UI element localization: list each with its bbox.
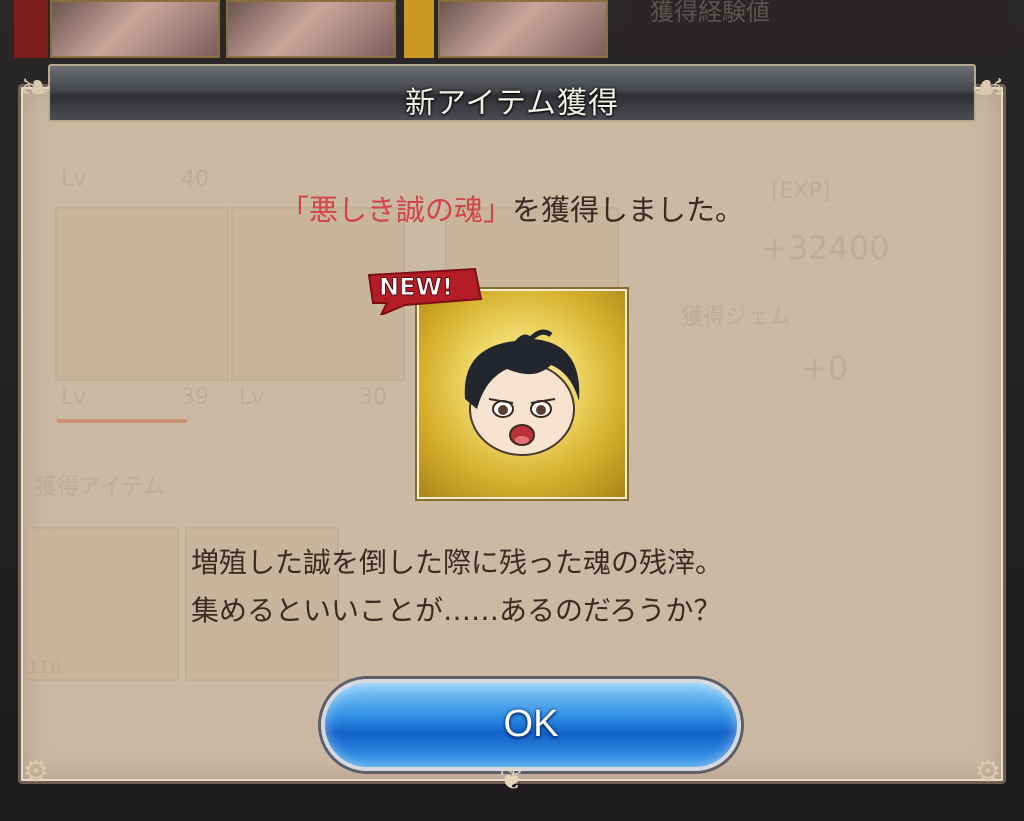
obtained-suffix: を獲得しました。	[512, 193, 745, 227]
ghost-lv-label-3: Lv	[239, 385, 265, 410]
ghost-level-3: 30	[359, 385, 387, 410]
ghost-level-2: 39	[181, 385, 209, 410]
obtained-message: 「悪しき誠の魂」を獲得しました。	[21, 187, 1003, 229]
party-portrait-1	[50, 0, 220, 58]
gear-ornament-icon: ⚙	[22, 754, 50, 789]
bottom-ornament-icon: ❦	[499, 762, 525, 797]
new-badge-icon: NEW!	[367, 267, 483, 315]
ghost-exp-bar	[57, 419, 187, 423]
dialog-title-bar: 新アイテム獲得	[48, 64, 976, 122]
corner-ornament-icon: ☙	[970, 65, 1006, 111]
exp-header-label: 獲得経験値	[650, 0, 770, 26]
dialog-title: 新アイテム獲得	[405, 86, 619, 121]
new-badge-label: NEW!	[379, 273, 453, 301]
portrait-tab	[404, 0, 434, 58]
ghost-lv-label-2: Lv	[61, 385, 87, 410]
item-description: 増殖した誠を倒した際に残った魂の残滓。 集めるといいことが……あるのだろうか？	[191, 539, 723, 635]
ok-button[interactable]: OK	[321, 679, 741, 771]
corner-ornament-icon: ❧	[19, 65, 53, 111]
soul-face-icon	[464, 329, 580, 456]
ghost-item-count: 116	[27, 657, 62, 678]
ghost-card-1	[55, 207, 229, 381]
exp-header: 獲得経験値	[630, 0, 1010, 58]
dialog-body: Lv 40 [EXP] +32400 獲得ジェム +0 Lv 39 Lv 30 …	[18, 84, 1006, 797]
ghost-items-label: 獲得アイテム	[35, 475, 165, 500]
gear-ornament-icon: ⚙	[974, 754, 1002, 789]
party-portrait-2	[226, 0, 396, 58]
side-tab	[14, 0, 48, 58]
ok-button-label: OK	[503, 703, 559, 745]
party-portrait-3	[438, 0, 608, 58]
item-name: 「悪しき誠の魂」	[279, 193, 512, 227]
ghost-gem-label: 獲得ジェム	[681, 305, 792, 330]
ghost-gem-value: +0	[801, 349, 849, 387]
description-line-2: 集めるといいことが……あるのだろうか？	[191, 594, 722, 627]
item-icon-frame	[417, 289, 627, 499]
new-item-dialog: Lv 40 [EXP] +32400 獲得ジェム +0 Lv 39 Lv 30 …	[8, 56, 1016, 797]
description-line-1: 増殖した誠を倒した際に残った魂の残滓。	[191, 546, 724, 579]
ghost-exp-value: +32400	[761, 229, 890, 267]
